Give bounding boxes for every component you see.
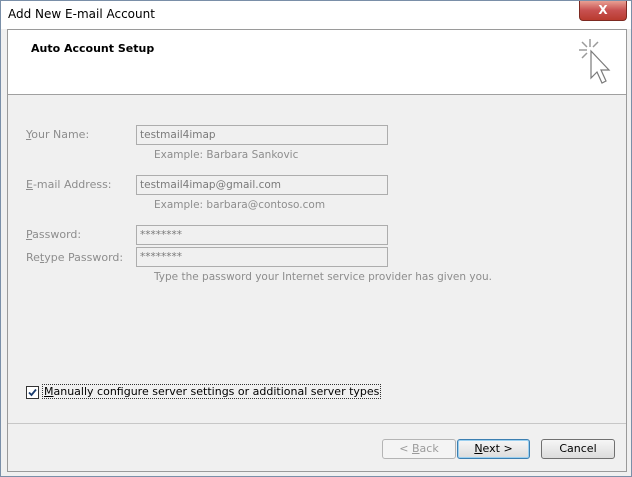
- manual-config-label[interactable]: Manually configure server settings or ad…: [42, 384, 382, 399]
- close-icon: X: [598, 3, 608, 17]
- retype-password-label: Retype Password:: [26, 251, 124, 264]
- your-name-input[interactable]: testmail4imap: [136, 125, 388, 145]
- back-button[interactable]: < Back: [382, 439, 456, 459]
- password-input[interactable]: ********: [136, 225, 388, 245]
- dialog-body: Auto Account Setup Your Name: testmail4i…: [7, 29, 627, 472]
- your-name-hint: Example: Barbara Sankovic: [154, 149, 299, 161]
- email-label: E-mail Address:: [26, 178, 112, 191]
- footer-divider: [8, 423, 626, 424]
- password-label: Password:: [26, 228, 82, 241]
- wizard-header: Auto Account Setup: [8, 30, 626, 95]
- title-bar: Add New E-mail Account X: [1, 1, 631, 29]
- email-hint: Example: barbara@contoso.com: [154, 199, 326, 211]
- window-title: Add New E-mail Account: [8, 7, 155, 21]
- manual-config-checkbox[interactable]: [26, 386, 39, 399]
- your-name-label: Your Name:: [26, 128, 90, 141]
- email-input[interactable]: testmail4imap@gmail.com: [136, 175, 388, 195]
- password-hint: Type the password your Internet service …: [154, 271, 492, 283]
- wizard-cursor-icon: [579, 39, 611, 84]
- page-title: Auto Account Setup: [31, 42, 155, 55]
- retype-password-input[interactable]: ********: [136, 247, 388, 267]
- cancel-button[interactable]: Cancel: [541, 439, 615, 459]
- checkmark-icon: [28, 388, 37, 397]
- dialog-window: Add New E-mail Account X Auto Account Se…: [0, 0, 632, 477]
- next-button[interactable]: Next >: [457, 439, 530, 459]
- close-button[interactable]: X: [579, 1, 627, 21]
